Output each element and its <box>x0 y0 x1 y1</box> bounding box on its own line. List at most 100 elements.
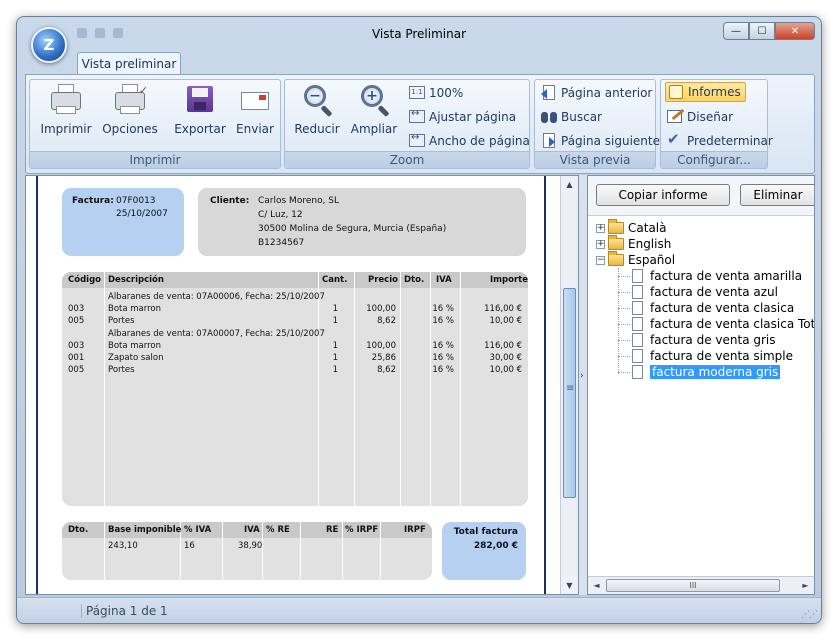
tree-report-item[interactable]: factura de venta azul <box>632 284 778 300</box>
minimize-button[interactable]: — <box>723 22 749 40</box>
line-cell-precio: 25,86 <box>371 353 396 363</box>
tree-item-label: factura de venta clasica Total Let <box>650 317 815 331</box>
group-zoom-label: Zoom <box>285 151 529 168</box>
maximize-button[interactable]: ☐ <box>749 22 775 40</box>
tree-item-label: factura moderna gris <box>650 365 781 379</box>
tree-folder[interactable]: − Español <box>596 251 675 268</box>
export-button[interactable]: Exportar <box>174 84 226 136</box>
tree-report-item[interactable]: factura de venta amarilla <box>632 268 802 284</box>
scroll-right-arrow-icon[interactable]: ► <box>797 577 814 594</box>
preview-pane[interactable]: Factura: 07F0013 25/10/2007 Cliente: Car… <box>25 175 579 595</box>
line-cell-desc: Albaranes de venta: 07A00006, Fecha: 25/… <box>108 292 325 302</box>
previous-page-label: Página anterior <box>561 86 653 100</box>
set-default-button[interactable]: ✔ Predeterminar <box>667 130 773 151</box>
totals-base-value: 243,10 <box>108 541 138 551</box>
tree-item-label: English <box>628 237 672 251</box>
line-cell-desc: Portes <box>108 316 135 327</box>
panel-splitter[interactable]: › <box>579 175 587 595</box>
tree-report-item[interactable]: factura de venta clasica <box>632 300 794 316</box>
totals-table: Dto. Base imponible % IVA IVA % RE RE % … <box>62 522 432 580</box>
collapse-icon[interactable]: − <box>596 255 605 265</box>
expand-icon[interactable]: + <box>596 223 605 233</box>
folder-icon <box>608 251 624 266</box>
client-tax-id: B1234567 <box>258 238 305 248</box>
reports-icon <box>668 84 684 100</box>
scroll-down-arrow-icon[interactable]: ▼ <box>561 577 578 594</box>
close-button[interactable]: ✕ <box>775 22 815 40</box>
line-cell-desc: Zapato salon <box>108 353 164 363</box>
client-box: Cliente: Carlos Moreno, SL C/ Luz, 12 30… <box>198 188 526 256</box>
line-cell-importe: 30,00 € <box>489 353 522 363</box>
preview-vertical-scrollbar[interactable]: ▲ ▼ <box>560 176 578 594</box>
tree-report-item[interactable]: factura de venta clasica Total Let <box>632 316 815 332</box>
totals-iva-value: 38,90 <box>238 541 263 551</box>
next-page-button[interactable]: Página siguiente <box>541 131 660 151</box>
tree-report-item[interactable]: factura moderna gris <box>632 364 781 380</box>
zoom-in-label: Ampliar <box>350 122 398 136</box>
resize-grip-icon[interactable]: ⋰⋰ <box>801 610 818 620</box>
totals-header-pct-re: % RE <box>266 525 290 535</box>
totals-pct-iva-value: 16 <box>184 541 195 551</box>
reports-toolbar: Copiar informe Eliminar <box>588 176 814 216</box>
client-street: C/ Luz, 12 <box>258 210 303 220</box>
zoom-in-icon: + <box>358 84 390 116</box>
search-button[interactable]: Buscar <box>541 107 602 127</box>
options-button[interactable]: ✓ Opciones <box>100 84 160 136</box>
previous-page-button[interactable]: Página anterior <box>541 83 652 103</box>
printer-icon <box>50 84 82 116</box>
group-zoom: − Reducir + Ampliar 1:1 100% Ajustar pág… <box>284 79 530 169</box>
reports-horizontal-scrollbar[interactable]: ◄ III ► <box>588 576 814 594</box>
app-orb-button[interactable]: Z <box>31 27 67 63</box>
report-document-icon <box>632 285 643 299</box>
tree-folder[interactable]: + Català <box>596 219 666 236</box>
fit-page-button[interactable]: Ajustar página <box>409 107 516 127</box>
zoom-out-button[interactable]: − Reducir <box>291 84 343 136</box>
reports-button[interactable]: Informes <box>665 82 746 102</box>
copy-report-button[interactable]: Copiar informe <box>596 184 730 206</box>
scroll-left-arrow-icon[interactable]: ◄ <box>588 577 605 594</box>
col-header-codigo: Código <box>68 275 101 285</box>
design-icon <box>667 109 683 125</box>
binoculars-icon <box>541 109 557 125</box>
send-button[interactable]: Enviar <box>232 84 278 136</box>
line-cell-importe: 10,00 € <box>489 365 522 376</box>
scroll-up-arrow-icon[interactable]: ▲ <box>561 176 578 193</box>
tree-report-item[interactable]: factura de venta gris <box>632 332 776 348</box>
line-cell-codigo: 005 <box>68 316 85 327</box>
line-cell-codigo: 001 <box>68 353 85 363</box>
zoom-100-icon: 1:1 <box>409 85 425 101</box>
totals-header-iva: IVA <box>244 525 260 535</box>
expand-icon[interactable]: + <box>596 239 605 249</box>
group-imprimir-label: Imprimir <box>30 151 280 168</box>
window-controls: — ☐ ✕ <box>723 22 815 40</box>
design-button[interactable]: Diseñar <box>667 107 733 127</box>
title-bar[interactable]: Z Vista Preliminar — ☐ ✕ <box>17 17 821 63</box>
export-label: Exportar <box>174 122 226 136</box>
line-cell-iva: 16 % <box>432 304 454 315</box>
tab-vista-preliminar[interactable]: Vista preliminar <box>77 52 181 76</box>
preview-scroll-thumb[interactable] <box>563 288 576 498</box>
totals-header-pct-iva: % IVA <box>184 525 212 535</box>
zoom-100-button[interactable]: 1:1 100% <box>409 83 463 103</box>
zoom-out-icon: − <box>301 84 333 116</box>
options-label: Opciones <box>102 122 158 136</box>
ribbon: Imprimir ✓ Opciones Exportar Enviar Impr… <box>25 74 815 174</box>
zoom-100-label: 100% <box>429 86 464 100</box>
totals-header-dto: Dto. <box>68 525 89 535</box>
line-cell-cant: 1 <box>332 316 338 327</box>
zoom-in-button[interactable]: + Ampliar <box>347 84 401 136</box>
page-width-button[interactable]: Ancho de página <box>409 131 530 151</box>
delete-report-button[interactable]: Eliminar <box>740 184 814 206</box>
col-header-precio: Precio <box>368 275 398 285</box>
tree-report-item[interactable]: factura de venta simple <box>632 348 793 364</box>
folder-icon <box>608 219 624 234</box>
print-button[interactable]: Imprimir <box>38 84 94 136</box>
line-cell-cant: 1 <box>332 304 338 315</box>
invoice-page: Factura: 07F0013 25/10/2007 Cliente: Car… <box>36 176 546 594</box>
tree-folder[interactable]: + English <box>596 235 672 252</box>
app-orb-letter: Z <box>43 36 55 54</box>
report-document-icon <box>632 301 643 315</box>
splitter-arrow-icon[interactable]: › <box>580 371 584 381</box>
search-label: Buscar <box>561 110 602 124</box>
reports-scroll-thumb[interactable]: III <box>606 579 780 592</box>
